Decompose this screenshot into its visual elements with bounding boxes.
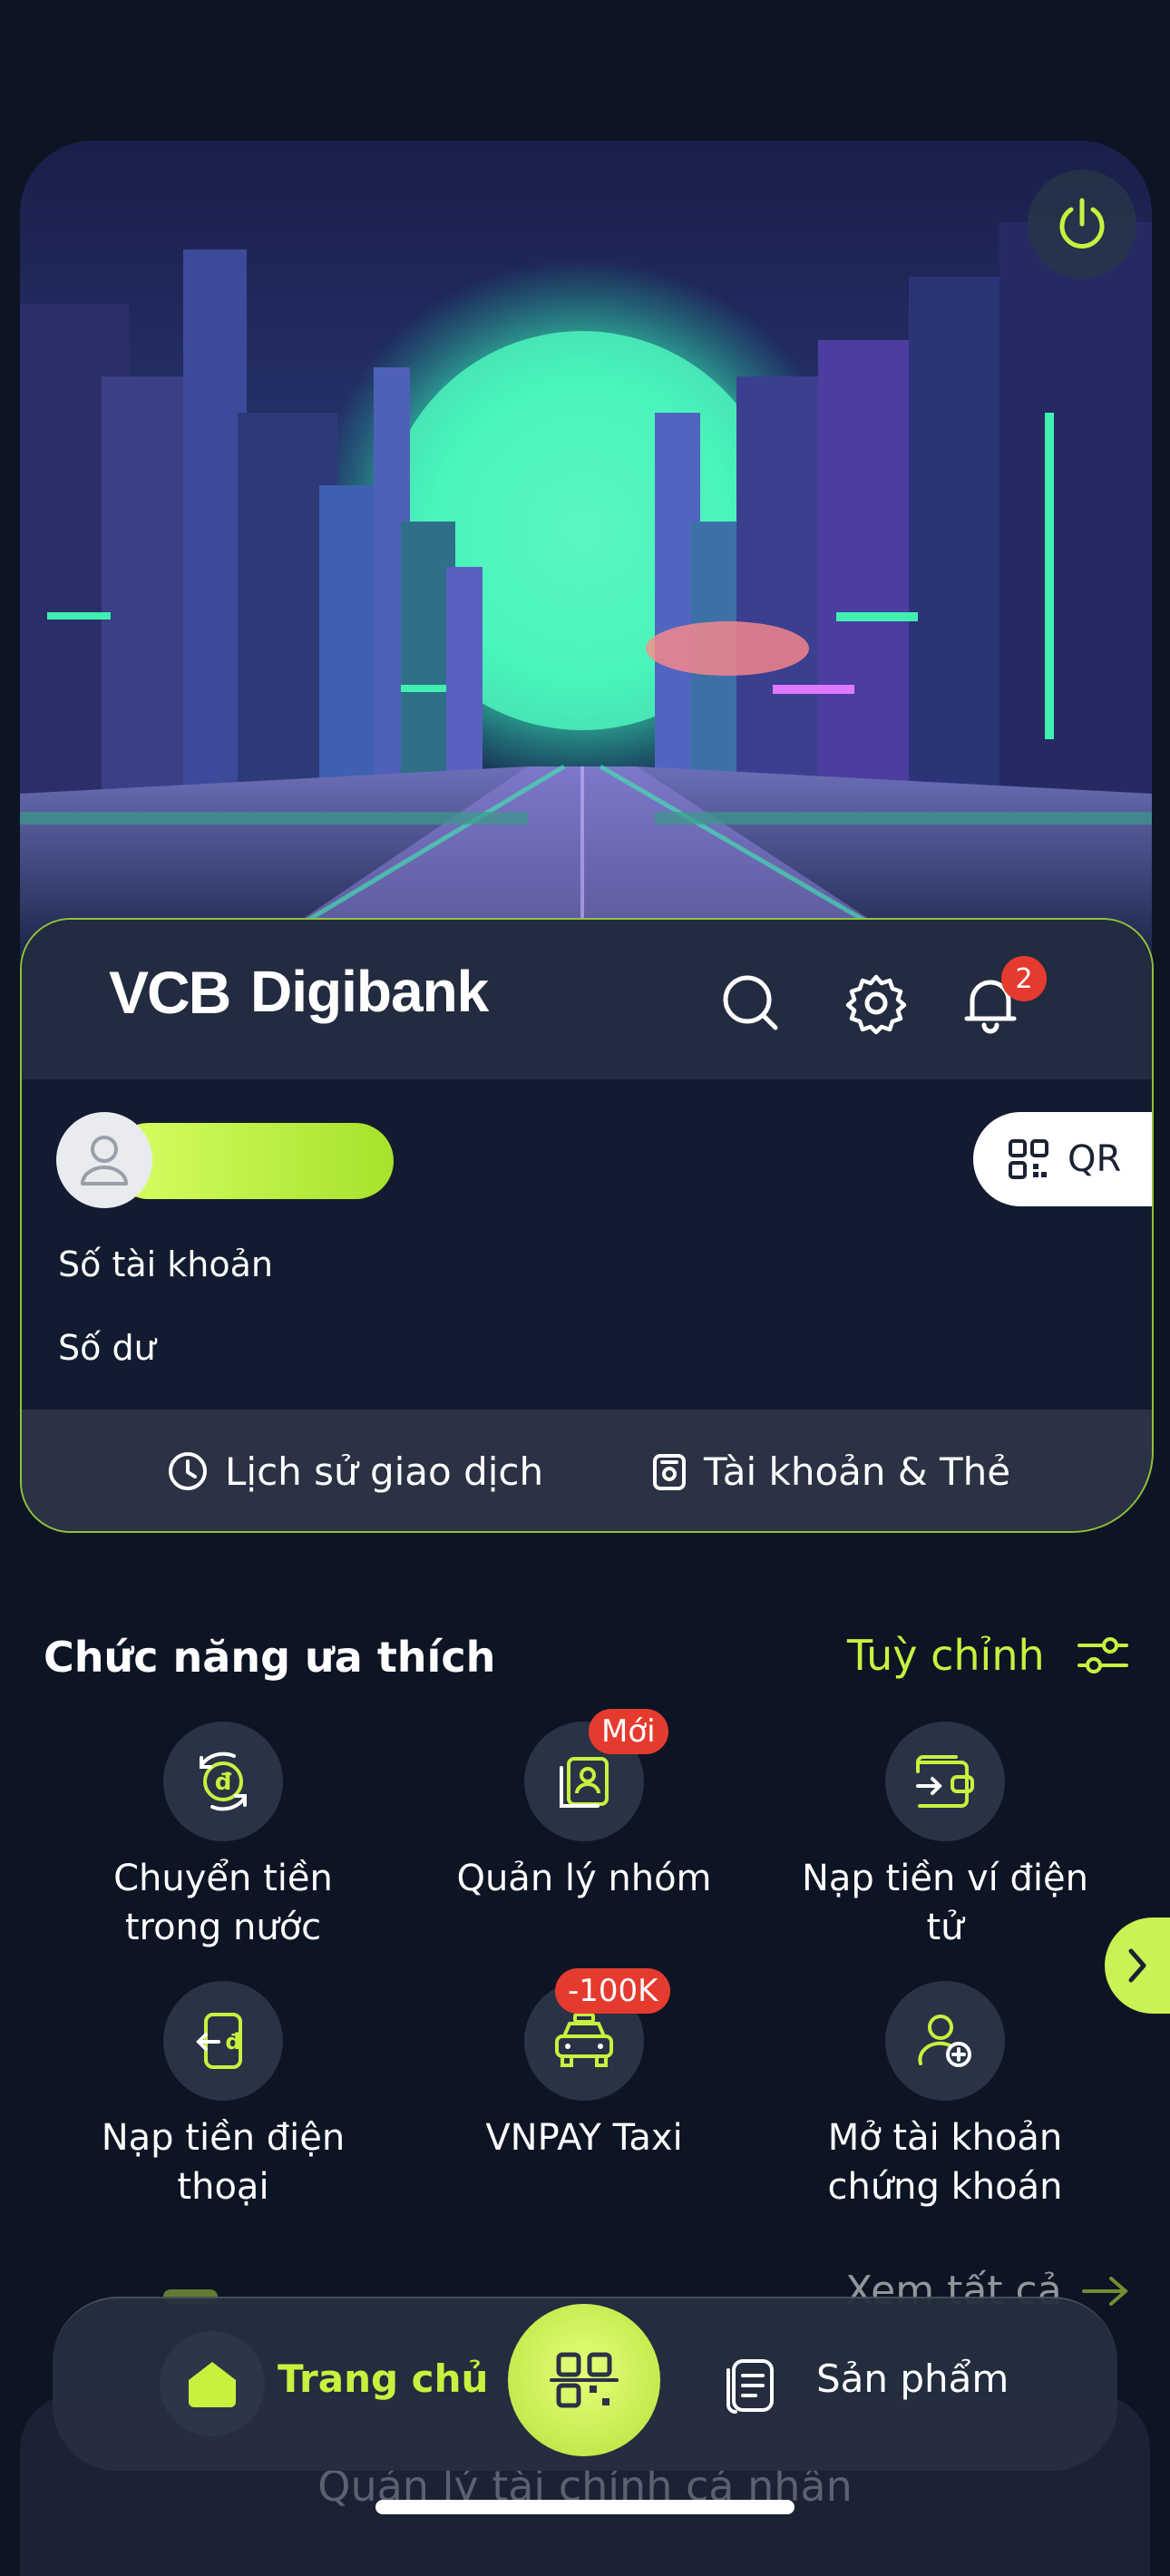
document-list-icon <box>726 2359 774 2414</box>
accounts-cards-button[interactable]: Tài khoản & Thẻ <box>651 1444 1010 1498</box>
arrow-right-icon <box>1081 2276 1128 2306</box>
customize-button[interactable]: Tuỳ chỉnh <box>847 1631 1130 1680</box>
feature-vnpay-taxi[interactable]: -100K VNPAY Taxi <box>421 1968 747 2162</box>
nav-products-button[interactable] <box>715 2349 787 2422</box>
favorites-title: Chức năng ưa thích <box>44 1633 496 1682</box>
card-wallet-icon <box>653 1454 686 1490</box>
next-page-button[interactable] <box>1105 1917 1170 2014</box>
nav-products-label[interactable]: Sản phẩm <box>816 2356 1009 2401</box>
nav-home-button[interactable] <box>160 2331 265 2436</box>
open-securities-icon <box>918 2015 971 2067</box>
group-manage-icon <box>560 1757 609 1808</box>
accounts-cards-label: Tài khoản & Thẻ <box>704 1449 1011 1494</box>
user-name-redacted <box>111 1123 394 1199</box>
gear-icon <box>845 974 907 1035</box>
feature-label-line2: trong nước <box>124 1907 322 1948</box>
customize-label: Tuỳ chỉnh <box>847 1631 1045 1680</box>
feature-label-line2: chứng khoán <box>827 2166 1063 2208</box>
search-icon <box>723 975 778 1030</box>
sliders-icon <box>1077 1637 1128 1673</box>
chevron-right-icon <box>1128 1948 1146 1983</box>
hero-banner <box>20 141 1152 957</box>
settings-button[interactable] <box>840 967 912 1039</box>
feature-phone-topup[interactable]: đ Nạp tiền điện thoại <box>60 1981 386 2211</box>
nav-home-label[interactable]: Trang chủ <box>278 2356 488 2401</box>
qr-label: QR <box>1068 1138 1122 1180</box>
qr-button[interactable]: QR <box>973 1112 1152 1206</box>
search-button[interactable] <box>715 967 787 1039</box>
logout-button[interactable] <box>1028 170 1136 278</box>
svg-text:đ: đ <box>225 2029 240 2054</box>
feature-domestic-transfer[interactable]: đ Chuyển tiền trong nước <box>60 1722 386 1952</box>
transaction-history-button[interactable]: Lịch sử giao dịch <box>167 1444 543 1498</box>
qr-code-icon <box>1009 1139 1048 1179</box>
avatar <box>56 1112 152 1208</box>
account-number-label: Số tài khoản <box>58 1244 273 1284</box>
home-icon <box>189 2362 236 2407</box>
feature-label-line1: Nạp tiền điện <box>101 2117 346 2159</box>
feature-label-line1: Nạp tiền ví điện <box>802 1858 1088 1899</box>
feature-label-line2: tử <box>926 1907 964 1948</box>
feature-icon-circle <box>885 1722 1005 1841</box>
user-profile[interactable] <box>56 1112 394 1208</box>
city-illustration <box>20 222 1152 957</box>
feature-icon-circle: đ <box>163 1722 283 1841</box>
account-card: VCB Digibank 2 QR Số tài khoản Số dư Lịc… <box>20 918 1154 1533</box>
taxi-icon <box>555 2013 613 2067</box>
brand-logo-digibank: Digibank <box>250 959 489 1024</box>
home-indicator[interactable] <box>375 2500 795 2514</box>
feature-open-securities-account[interactable]: Mở tài khoản chứng khoán <box>782 1981 1108 2211</box>
brand-logo-vcb: VCB <box>109 959 231 1026</box>
feature-label-line2: thoại <box>177 2166 269 2208</box>
feature-label-line1: VNPAY Taxi <box>485 2117 683 2159</box>
power-icon <box>1059 198 1105 249</box>
svg-text:đ: đ <box>215 1769 232 1796</box>
feature-ewallet-topup[interactable]: Nạp tiền ví điện tử <box>782 1722 1108 1952</box>
user-icon <box>81 1136 128 1186</box>
scan-qr-icon <box>550 2352 619 2408</box>
feature-label-line1: Quản lý nhóm <box>456 1858 712 1899</box>
phone-topup-icon: đ <box>196 2013 242 2069</box>
discount-badge: -100K <box>555 1968 671 2014</box>
transaction-history-label: Lịch sử giao dịch <box>225 1449 544 1494</box>
scan-qr-button[interactable] <box>508 2304 660 2456</box>
feature-icon-circle: đ <box>163 1981 283 2101</box>
feature-label-line1: Chuyển tiền <box>113 1858 333 1899</box>
new-badge: Mới <box>589 1709 668 1754</box>
transfer-icon: đ <box>200 1751 247 1811</box>
balance-label: Số dư <box>58 1328 156 1368</box>
clock-icon <box>169 1452 207 1490</box>
feature-label-line1: Mở tài khoản <box>827 2117 1063 2159</box>
feature-icon-circle <box>885 1981 1005 2101</box>
feature-group-management[interactable]: Mới Quản lý nhóm <box>421 1709 747 1903</box>
wallet-topup-icon <box>916 1755 974 1808</box>
notification-count-badge: 2 <box>1001 956 1047 1001</box>
